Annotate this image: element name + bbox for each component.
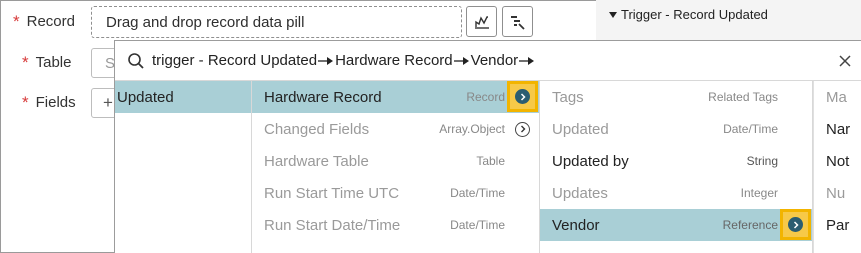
picker-column-2: Hardware Record Record Changed Fields Ar… bbox=[252, 81, 540, 253]
table-field-label: * Table bbox=[22, 54, 71, 71]
data-pill-icon bbox=[474, 15, 489, 29]
list-item[interactable]: Par bbox=[814, 209, 861, 241]
picker-column-1: Updated bbox=[115, 81, 252, 253]
list-item-updated[interactable]: Updated Date/Time bbox=[540, 113, 812, 145]
picker-column-4: Ma Nar Not Nu Par bbox=[813, 81, 861, 253]
search-icon bbox=[128, 53, 144, 69]
expand-hardware-record-button[interactable] bbox=[507, 81, 538, 112]
list-item[interactable]: Not bbox=[814, 145, 861, 177]
list-item-updated[interactable]: Updated bbox=[115, 81, 251, 113]
table-label-text: Table bbox=[35, 54, 72, 71]
trigger-section-toggle[interactable]: Trigger - Record Updated bbox=[609, 7, 768, 22]
tree-picker-icon bbox=[510, 15, 525, 30]
fields-field-label: * Fields bbox=[22, 94, 76, 111]
expand-vendor-button[interactable] bbox=[780, 209, 811, 240]
chevron-right-icon bbox=[788, 217, 803, 232]
required-marker: * bbox=[22, 93, 29, 112]
path-arrow-icon bbox=[453, 56, 470, 66]
list-item-hardware-record[interactable]: Hardware Record Record bbox=[252, 81, 539, 113]
data-pill-picker: trigger - Record Updated Hardware Record… bbox=[114, 40, 861, 253]
list-item-updated-by[interactable]: Updated by String bbox=[540, 145, 812, 177]
chevron-right-icon bbox=[515, 89, 530, 104]
tree-picker-button[interactable] bbox=[502, 6, 533, 37]
list-item-hardware-table[interactable]: Hardware Table Table bbox=[252, 145, 539, 177]
path-segment-hardware: Hardware Record bbox=[335, 52, 453, 69]
required-marker: * bbox=[13, 12, 20, 31]
record-label-text: Record bbox=[26, 13, 75, 30]
expand-changed-fields-button[interactable] bbox=[515, 121, 530, 137]
list-item[interactable]: Nu bbox=[814, 177, 861, 209]
picker-search-bar[interactable]: trigger - Record Updated Hardware Record… bbox=[115, 41, 861, 81]
record-drop-zone[interactable]: Drag and drop record data pill bbox=[91, 6, 462, 38]
list-item-tags[interactable]: Tags Related Tags bbox=[540, 81, 812, 113]
picker-column-3: Tags Related Tags Updated Date/Time Upda… bbox=[540, 81, 813, 253]
path-arrow-icon bbox=[318, 56, 334, 66]
list-item[interactable]: Nar bbox=[814, 113, 861, 145]
list-item-run-start-time-utc[interactable]: Run Start Time UTC Date/Time bbox=[252, 177, 539, 209]
list-item-updates[interactable]: Updates Integer bbox=[540, 177, 812, 209]
trigger-section-title: Trigger - Record Updated bbox=[621, 7, 768, 22]
record-drop-zone-text: Drag and drop record data pill bbox=[106, 13, 305, 31]
list-item-run-start-date-time[interactable]: Run Start Date/Time Date/Time bbox=[252, 209, 539, 241]
chevron-right-icon bbox=[520, 125, 525, 133]
path-segment-trigger: trigger - Record Updated bbox=[152, 52, 318, 69]
record-field-label: * Record bbox=[13, 13, 75, 30]
picker-path: trigger - Record Updated Hardware Record… bbox=[152, 52, 536, 69]
list-item-vendor[interactable]: Vendor Reference bbox=[540, 209, 812, 241]
path-segment-vendor: Vendor bbox=[470, 52, 519, 69]
data-pill-button[interactable] bbox=[466, 6, 497, 37]
fields-label-text: Fields bbox=[35, 94, 76, 111]
required-marker: * bbox=[22, 53, 29, 72]
list-item[interactable]: Ma bbox=[814, 81, 861, 113]
path-arrow-icon bbox=[519, 56, 535, 66]
list-item-changed-fields[interactable]: Changed Fields Array.Object bbox=[252, 113, 539, 145]
close-icon[interactable] bbox=[837, 53, 853, 69]
fields-add-text: + bbox=[103, 93, 113, 112]
caret-down-icon bbox=[609, 11, 617, 18]
